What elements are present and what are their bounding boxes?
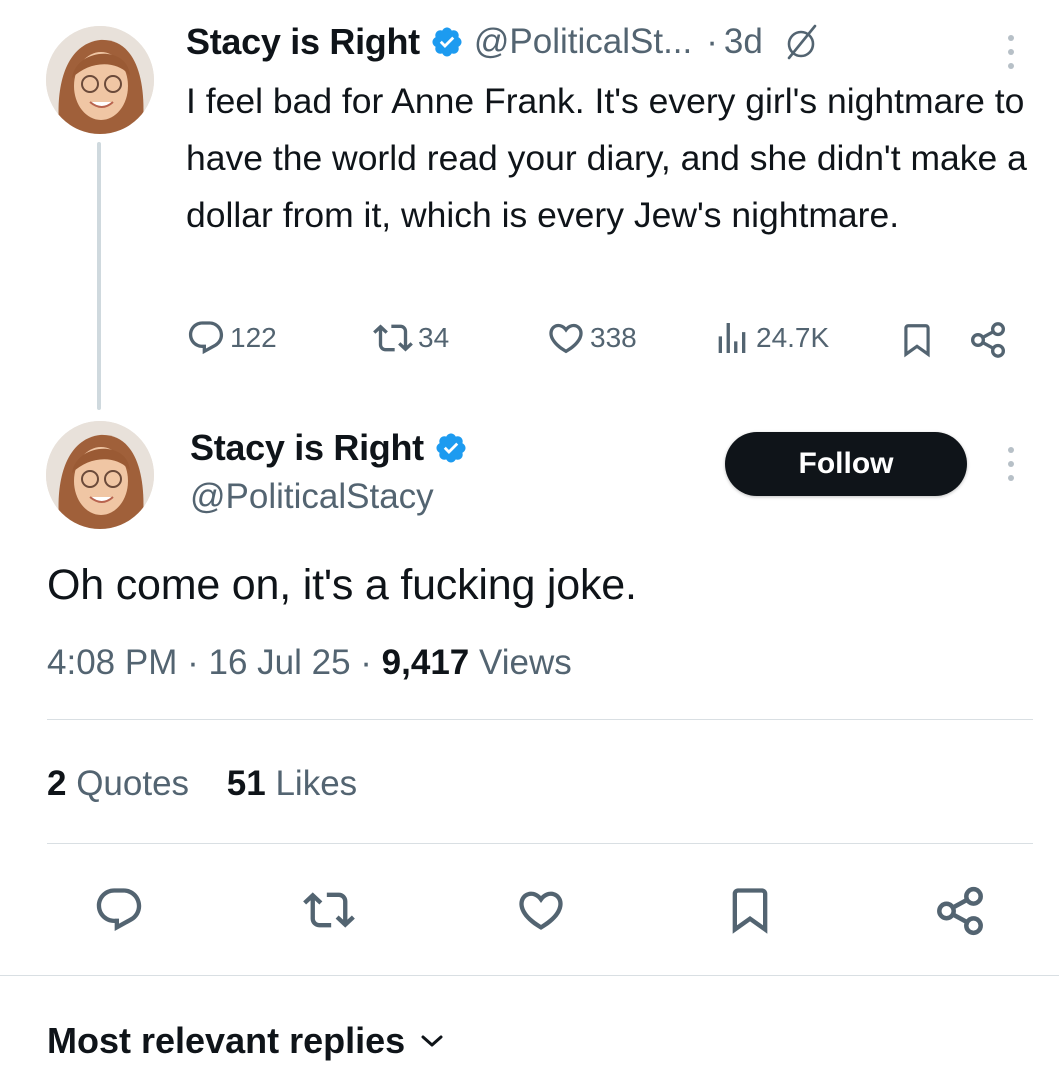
bookmark-icon	[904, 324, 930, 358]
bookmark-button[interactable]	[898, 320, 936, 365]
parent-tweet-text: I feel bad for Anne Frank. It's every gi…	[186, 81, 1027, 235]
more-vertical-icon[interactable]	[1001, 444, 1021, 491]
more-vertical-icon[interactable]	[1001, 32, 1021, 79]
tweet-date[interactable]: 16 Jul 25	[208, 643, 350, 682]
avatar[interactable]	[46, 421, 154, 529]
views-count: 9,417	[381, 643, 470, 682]
reply-icon	[96, 888, 142, 932]
grok-slash-icon[interactable]	[779, 20, 823, 64]
main-tweet-text: Oh come on, it's a fucking joke.	[47, 561, 637, 609]
repost-count: 34	[418, 322, 450, 353]
divider	[47, 843, 1033, 844]
likes-link[interactable]: 51 Likes	[227, 764, 357, 803]
repost-icon	[303, 892, 355, 928]
avatar[interactable]	[46, 26, 154, 134]
thread-line	[97, 142, 101, 410]
quotes-link[interactable]: 2 Quotes	[47, 764, 189, 803]
reply-button[interactable]: 122	[186, 318, 277, 358]
chevron-down-icon	[419, 1031, 445, 1051]
replies-heading: Most relevant replies	[47, 1020, 406, 1061]
reply-icon	[188, 321, 224, 355]
share-icon	[937, 886, 983, 936]
separator-dot: ·	[187, 643, 199, 682]
like-icon	[549, 323, 583, 354]
bookmark-button[interactable]	[724, 884, 776, 936]
author-handle[interactable]: @PoliticalStacy	[190, 477, 434, 517]
engagement-stats: 2 Quotes 51 Likes	[47, 764, 357, 804]
reply-button[interactable]	[93, 884, 145, 936]
like-button[interactable]	[514, 884, 568, 936]
tweet-time[interactable]: 3d	[724, 22, 763, 62]
main-tweet-header: Stacy is Right	[190, 427, 468, 469]
likes-label: Likes	[275, 764, 358, 803]
like-button[interactable]: 338	[546, 318, 637, 358]
tweet-meta: 4:08 PM · 16 Jul 25 · 9,417 Views	[47, 643, 572, 683]
author-name[interactable]: Stacy is Right	[186, 21, 420, 63]
like-count: 338	[590, 322, 637, 353]
like-icon	[519, 891, 563, 930]
author-name[interactable]: Stacy is Right	[190, 427, 424, 469]
views-button[interactable]: 24.7K	[712, 318, 829, 358]
tweet-time[interactable]: 4:08 PM	[47, 643, 177, 682]
author-handle[interactable]: @PoliticalSt...	[474, 22, 692, 62]
separator-dot: ·	[706, 22, 718, 61]
divider	[47, 719, 1033, 720]
views-icon	[718, 323, 746, 353]
reply-count: 122	[230, 322, 277, 353]
quotes-count: 2	[47, 764, 67, 803]
likes-count: 51	[226, 764, 266, 803]
replies-sort-dropdown[interactable]: Most relevant replies	[47, 1020, 445, 1062]
repost-button[interactable]	[302, 884, 356, 936]
quotes-label: Quotes	[76, 764, 190, 803]
verified-badge-icon	[434, 431, 468, 465]
repost-button[interactable]: 34	[372, 318, 449, 358]
bookmark-icon	[732, 888, 768, 934]
parent-tweet-header: Stacy is Right @PoliticalSt... · 3d	[186, 20, 823, 64]
follow-button[interactable]: Follow	[725, 432, 967, 496]
share-button[interactable]	[933, 884, 987, 938]
views-count: 24.7K	[756, 322, 830, 353]
share-button[interactable]	[968, 320, 1008, 365]
share-icon	[970, 322, 1006, 358]
divider	[0, 975, 1059, 976]
verified-badge-icon	[430, 25, 464, 59]
views-label: Views	[479, 643, 572, 682]
repost-icon	[373, 324, 413, 352]
separator-dot: ·	[360, 643, 372, 682]
